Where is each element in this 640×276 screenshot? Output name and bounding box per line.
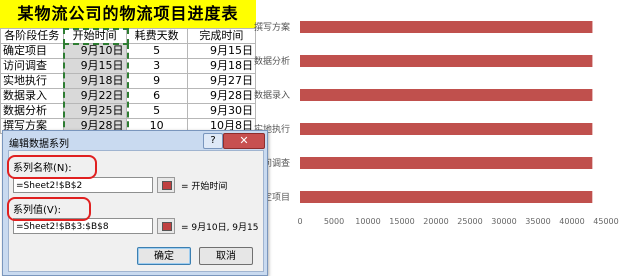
- series-name-preview: = 开始时间: [181, 182, 228, 192]
- chart-bar[interactable]: [300, 191, 593, 203]
- table-cell[interactable]: 9月10日: [62, 43, 127, 59]
- y-tick-label: 数据分析: [254, 55, 290, 67]
- table-cell[interactable]: 9月18日: [62, 73, 127, 89]
- series-values-preview: = 9月10日, 9月15: [181, 223, 259, 233]
- header-cell[interactable]: 开始时间: [62, 28, 127, 44]
- x-tick-label: 10000: [355, 217, 380, 226]
- y-tick-label: 撰写方案: [254, 21, 290, 33]
- dialog-body: 系列名称(N): =Sheet2!$B$2 = 开始时间 系列值(V): =Sh…: [8, 150, 264, 272]
- table-cell[interactable]: 实地执行: [0, 73, 64, 89]
- x-tick-label: 25000: [457, 217, 482, 226]
- table-cell[interactable]: 3: [125, 58, 188, 74]
- series-name-input[interactable]: =Sheet2!$B$2: [13, 177, 153, 193]
- y-tick-label: 数据录入: [254, 89, 290, 101]
- header-cell[interactable]: 耗费天数: [125, 28, 188, 44]
- header-cell[interactable]: 各阶段任务: [0, 28, 64, 44]
- table-cell[interactable]: 9月28日: [186, 88, 257, 104]
- chart-bar[interactable]: [300, 123, 593, 135]
- x-tick-label: 35000: [525, 217, 550, 226]
- dialog-title: 编辑数据系列: [9, 139, 69, 150]
- x-tick-label: 20000: [423, 217, 448, 226]
- x-tick-label: 0: [297, 217, 302, 226]
- table-cell[interactable]: 9月15日: [62, 58, 127, 74]
- table-cell[interactable]: 9月25日: [62, 103, 127, 119]
- cancel-button[interactable]: 取消: [199, 247, 253, 265]
- edit-series-dialog: 编辑数据系列 ? ✕ 系列名称(N): =Sheet2!$B$2 = 开始时间 …: [2, 130, 268, 276]
- table-cell[interactable]: 9月15日: [186, 43, 257, 59]
- series-values-input[interactable]: =Sheet2!$B$3:$B$8: [13, 218, 153, 234]
- table-cell[interactable]: 数据录入: [0, 88, 64, 104]
- series-name-label: 系列名称(N):: [13, 163, 72, 174]
- spreadsheet: 某物流公司的物流项目进度表 各阶段任务 开始时间 耗费天数 完成时间 确定项目 …: [0, 0, 257, 140]
- sheet-title: 某物流公司的物流项目进度表: [0, 0, 256, 28]
- chart-bar[interactable]: [300, 157, 593, 169]
- chart-canvas: 撰写方案数据分析数据录入实地执行访问调查确定项目0 5000 10000 15000 2…: [254, 21, 619, 226]
- table-row: 数据录入 9月22日 6 9月28日: [0, 88, 257, 104]
- table-row: 数据分析 9月25日 5 9月30日: [0, 103, 257, 119]
- chart-bar[interactable]: [300, 21, 593, 33]
- table-cell[interactable]: 9月18日: [186, 58, 257, 74]
- collapse-range-icon[interactable]: [157, 177, 175, 193]
- ok-button[interactable]: 确定: [137, 247, 191, 265]
- table-row: 实地执行 9月18日 9 9月27日: [0, 73, 257, 89]
- table-cell[interactable]: 访问调查: [0, 58, 64, 74]
- x-tick-label: 30000: [491, 217, 516, 226]
- table-row: 确定项目 9月10日 5 9月15日: [0, 43, 257, 59]
- schedule-table: 各阶段任务 开始时间 耗费天数 完成时间 确定项目 9月10日 5 9月15日 …: [0, 28, 257, 134]
- collapse-range-icon[interactable]: [157, 218, 175, 234]
- help-icon[interactable]: ?: [203, 133, 223, 149]
- table-cell[interactable]: 9月30日: [186, 103, 257, 119]
- table-header-row: 各阶段任务 开始时间 耗费天数 完成时间: [0, 28, 257, 44]
- x-tick-label: 5000: [324, 217, 344, 226]
- table-cell[interactable]: 5: [125, 43, 188, 59]
- table-cell[interactable]: 6: [125, 88, 188, 104]
- table-cell[interactable]: 确定项目: [0, 43, 64, 59]
- header-cell[interactable]: 完成时间: [186, 28, 257, 44]
- chart-bar[interactable]: [300, 89, 593, 101]
- series-values-label: 系列值(V):: [13, 205, 62, 216]
- bar-chart[interactable]: 撰写方案 数据分析 数据录入 实地执行 访问调查 确定项目 0 5000 10000 15000 2…: [248, 0, 640, 276]
- table-cell[interactable]: 9月22日: [62, 88, 127, 104]
- table-cell[interactable]: 数据分析: [0, 103, 64, 119]
- x-tick-label: 40000: [559, 217, 584, 226]
- x-tick-label: 15000: [389, 217, 414, 226]
- table-cell[interactable]: 5: [125, 103, 188, 119]
- table-cell[interactable]: 9月27日: [186, 73, 257, 89]
- x-tick-label: 45000: [593, 217, 618, 226]
- chart-bar[interactable]: [300, 55, 593, 67]
- close-icon[interactable]: ✕: [223, 133, 265, 149]
- table-row: 访问调查 9月15日 3 9月18日: [0, 58, 257, 74]
- table-cell[interactable]: 9: [125, 73, 188, 89]
